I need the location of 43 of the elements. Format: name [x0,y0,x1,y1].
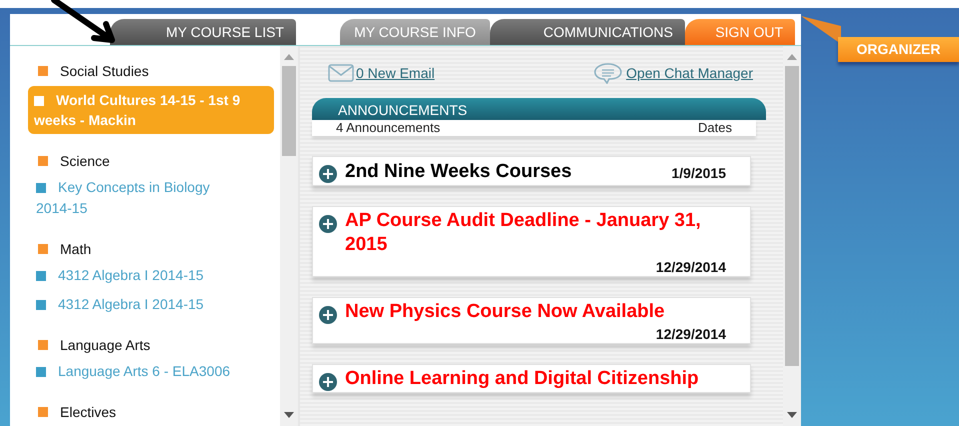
category-marker-icon [38,407,48,417]
announcement-date: 12/29/2014 [656,259,726,275]
category-label[interactable]: Electives [60,402,116,422]
chat-link[interactable]: Open Chat Manager [626,62,753,84]
announcement-count: 4 Announcements [336,120,440,136]
announcements-header: ANNOUNCEMENTS [312,98,766,120]
expand-icon[interactable] [319,373,337,391]
announcement-title[interactable]: Online Learning and Digital Citizenship [345,367,726,391]
scrollbar-thumb[interactable] [282,66,296,156]
chat-icon [593,62,624,84]
announcement-date: 12/29/2014 [656,326,726,342]
scroll-down-icon[interactable] [787,412,797,418]
announcement-card[interactable]: AP Course Audit Deadline - January 31, 2015 12/29/2014 [312,206,751,277]
scroll-down-icon[interactable] [284,412,294,418]
announcement-title[interactable]: AP Course Audit Deadline - January 31, 2015 [345,209,726,257]
tab[interactable]: COMMUNICATIONS [490,19,685,45]
dates-column-header: Dates [698,120,732,136]
category-marker-icon [38,340,48,350]
course-item[interactable]: Key Concepts in Biology 2014-15 [34,174,240,222]
category-label[interactable]: Math [60,238,92,260]
category-label[interactable]: Language Arts [60,334,150,356]
announcement-card[interactable]: 2nd Nine Weeks Courses 1/9/2015 [312,156,751,186]
category-label[interactable]: Social Studies [60,60,149,82]
course-item[interactable]: 4312 Algebra I 2014-15 [34,262,240,289]
expand-icon[interactable] [319,306,337,324]
announcement-title[interactable]: New Physics Course Now Available [345,300,726,324]
email-link[interactable]: 0 New Email [356,62,435,84]
expand-icon[interactable] [319,215,337,233]
category-marker-icon [38,156,48,166]
announcement-title[interactable]: 2nd Nine Weeks Courses [345,160,572,183]
envelope-icon [328,64,354,82]
course-item[interactable]: Language Arts 6 - ELA3006 [34,358,240,385]
announcement-card[interactable]: New Physics Course Now Available 12/29/2014 [312,297,751,344]
scrollbar-thumb[interactable] [785,66,799,366]
category-marker-icon [38,66,48,76]
category-label[interactable]: Science [60,150,110,172]
course-item[interactable]: 4312 Algebra I 2014-15 [34,291,240,318]
announcement-card[interactable]: Online Learning and Digital Citizenship [312,364,751,393]
tab[interactable]: MY COURSE LIST [110,19,296,45]
category-marker-icon [38,244,48,254]
announcement-date: 1/9/2015 [672,164,726,183]
expand-icon[interactable] [319,165,337,183]
ribbon-fold-drawing [801,16,841,44]
